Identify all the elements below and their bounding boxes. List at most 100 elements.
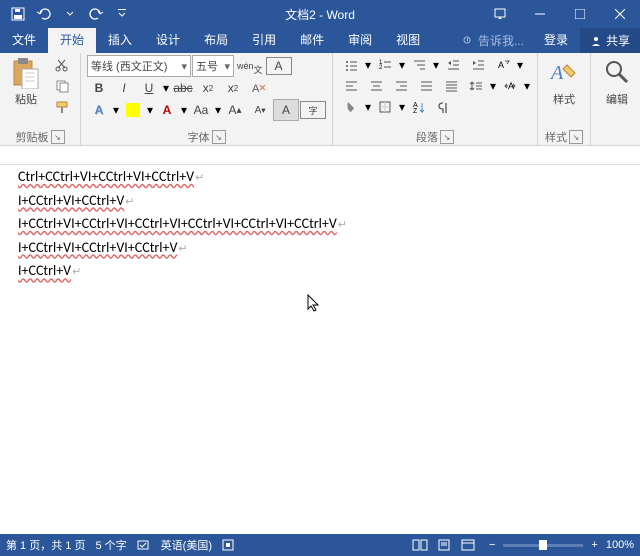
align-right-icon[interactable] bbox=[389, 76, 413, 96]
highlight-dd[interactable]: ▾ bbox=[146, 100, 154, 120]
view-read-icon[interactable] bbox=[409, 536, 431, 554]
bullets-icon[interactable] bbox=[339, 55, 363, 75]
numbering-icon[interactable]: 12 bbox=[373, 55, 397, 75]
phonetic-guide-icon[interactable]: wén文 bbox=[235, 56, 265, 76]
status-macro-icon[interactable] bbox=[222, 539, 234, 551]
align-distributed-icon[interactable] bbox=[439, 76, 463, 96]
clear-formatting-icon[interactable]: A bbox=[246, 78, 270, 98]
superscript-button[interactable]: x2 bbox=[221, 78, 245, 98]
zoom-out-button[interactable]: − bbox=[489, 539, 495, 551]
document-area[interactable]: Ctrl+CCtrl+VI+CCtrl+VI+CCtrl+V↵ I+CCtrl+… bbox=[0, 165, 640, 534]
italic-button[interactable]: I bbox=[112, 78, 136, 98]
bullets-dd[interactable]: ▾ bbox=[364, 55, 372, 75]
cut-icon[interactable] bbox=[50, 55, 74, 75]
text-effects-icon[interactable]: A bbox=[87, 100, 111, 120]
tab-references[interactable]: 引用 bbox=[240, 28, 288, 53]
align-justify-icon[interactable] bbox=[414, 76, 438, 96]
increase-indent-icon[interactable] bbox=[466, 55, 490, 75]
borders-dd[interactable]: ▾ bbox=[398, 97, 406, 117]
qat-dropdown-icon[interactable] bbox=[58, 2, 82, 26]
line-spacing-icon[interactable] bbox=[464, 76, 488, 96]
char-shading-icon[interactable]: A bbox=[273, 99, 299, 121]
svg-text:A: A bbox=[549, 62, 564, 84]
share-button[interactable]: 共享 bbox=[580, 28, 640, 53]
save-icon[interactable] bbox=[6, 2, 30, 26]
copy-icon[interactable] bbox=[50, 76, 74, 96]
tab-home[interactable]: 开始 bbox=[48, 28, 96, 53]
undo-icon[interactable] bbox=[32, 2, 56, 26]
multilevel-list-icon[interactable] bbox=[407, 55, 431, 75]
underline-dropdown[interactable]: ▾ bbox=[162, 78, 170, 98]
format-painter-icon[interactable] bbox=[50, 97, 74, 117]
highlight-icon[interactable] bbox=[121, 100, 145, 120]
ruler[interactable] bbox=[0, 146, 640, 165]
char-scale-dd[interactable]: ▾ bbox=[523, 76, 531, 96]
styles-button[interactable]: A 样式 bbox=[542, 55, 586, 109]
numbering-dd[interactable]: ▾ bbox=[398, 55, 406, 75]
signin-button[interactable]: 登录 bbox=[532, 28, 580, 53]
subscript-button[interactable]: x2 bbox=[196, 78, 220, 98]
text-line[interactable]: Ctrl+CCtrl+VI+CCtrl+VI+CCtrl+V↵ bbox=[18, 165, 622, 189]
change-case-dd[interactable]: ▾ bbox=[214, 100, 222, 120]
char-scale-icon[interactable]: A bbox=[498, 76, 522, 96]
tab-view[interactable]: 视图 bbox=[384, 28, 432, 53]
tab-review[interactable]: 审阅 bbox=[336, 28, 384, 53]
shrink-font-icon[interactable]: A▾ bbox=[248, 100, 272, 120]
tab-insert[interactable]: 插入 bbox=[96, 28, 144, 53]
zoom-slider[interactable] bbox=[503, 544, 583, 547]
text-line[interactable]: I+CCtrl+VI+CCtrl+VI+CCtrl+V↵ bbox=[18, 236, 622, 260]
show-marks-icon[interactable] bbox=[432, 97, 456, 117]
status-page[interactable]: 第 1 页，共 1 页 bbox=[6, 537, 85, 553]
close-icon[interactable] bbox=[600, 0, 640, 28]
grow-font-icon[interactable]: A▴ bbox=[223, 100, 247, 120]
minimize-icon[interactable] bbox=[520, 0, 560, 28]
tab-layout[interactable]: 布局 bbox=[192, 28, 240, 53]
change-case-icon[interactable]: Aa bbox=[189, 100, 213, 120]
font-color-dd[interactable]: ▾ bbox=[180, 100, 188, 120]
font-launcher-icon[interactable]: ↘ bbox=[212, 130, 226, 144]
styles-launcher-icon[interactable]: ↘ bbox=[569, 130, 583, 144]
multilevel-dd[interactable]: ▾ bbox=[432, 55, 440, 75]
clipboard-launcher-icon[interactable]: ↘ bbox=[51, 130, 65, 144]
redo-icon[interactable] bbox=[84, 2, 108, 26]
enclose-char-icon[interactable]: 字 bbox=[300, 101, 326, 119]
bold-button[interactable]: B bbox=[87, 78, 111, 98]
ribbon-options-icon[interactable] bbox=[480, 0, 520, 28]
status-words[interactable]: 5 个字 bbox=[95, 537, 126, 553]
sort-icon[interactable]: AZ bbox=[407, 97, 431, 117]
strikethrough-button[interactable]: abc bbox=[171, 78, 195, 98]
view-print-icon[interactable] bbox=[433, 536, 455, 554]
shading-dd[interactable]: ▾ bbox=[364, 97, 372, 117]
line-spacing-dd[interactable]: ▾ bbox=[489, 76, 497, 96]
align-center-icon[interactable] bbox=[364, 76, 388, 96]
tab-file[interactable]: 文件 bbox=[0, 28, 48, 53]
text-direction-dd[interactable]: ▾ bbox=[516, 55, 524, 75]
tab-design[interactable]: 设计 bbox=[144, 28, 192, 53]
text-line[interactable]: I+CCtrl+VI+CCtrl+V↵ bbox=[18, 189, 622, 213]
view-web-icon[interactable] bbox=[457, 536, 479, 554]
zoom-in-button[interactable]: + bbox=[591, 539, 597, 551]
qat-customize-icon[interactable] bbox=[110, 2, 134, 26]
tell-me-search[interactable]: 告诉我... bbox=[454, 32, 532, 49]
shading-icon[interactable] bbox=[339, 97, 363, 117]
zoom-level[interactable]: 100% bbox=[606, 539, 634, 551]
font-size-combo[interactable]: 五号▾ bbox=[192, 55, 234, 77]
maximize-icon[interactable] bbox=[560, 0, 600, 28]
paste-button[interactable]: 粘贴 bbox=[4, 55, 48, 109]
borders-icon[interactable] bbox=[373, 97, 397, 117]
paragraph-launcher-icon[interactable]: ↘ bbox=[440, 130, 454, 144]
text-line[interactable]: I+CCtrl+V↵ bbox=[18, 259, 622, 283]
font-family-combo[interactable]: 等线 (西文正文)▾ bbox=[87, 55, 191, 77]
text-line[interactable]: I+CCtrl+VI+CCtrl+VI+CCtrl+VI+CCtrl+VI+CC… bbox=[18, 212, 622, 236]
editing-button[interactable]: 编辑 bbox=[595, 55, 639, 109]
text-effects-dd[interactable]: ▾ bbox=[112, 100, 120, 120]
tab-mailings[interactable]: 邮件 bbox=[288, 28, 336, 53]
char-border-icon[interactable]: A bbox=[266, 57, 292, 75]
status-language[interactable]: 英语(美国) bbox=[161, 537, 212, 553]
text-direction-icon[interactable]: A bbox=[491, 55, 515, 75]
align-left-icon[interactable] bbox=[339, 76, 363, 96]
status-spellcheck-icon[interactable] bbox=[137, 539, 151, 551]
decrease-indent-icon[interactable] bbox=[441, 55, 465, 75]
underline-button[interactable]: U bbox=[137, 78, 161, 98]
font-color-icon[interactable]: A bbox=[155, 100, 179, 120]
